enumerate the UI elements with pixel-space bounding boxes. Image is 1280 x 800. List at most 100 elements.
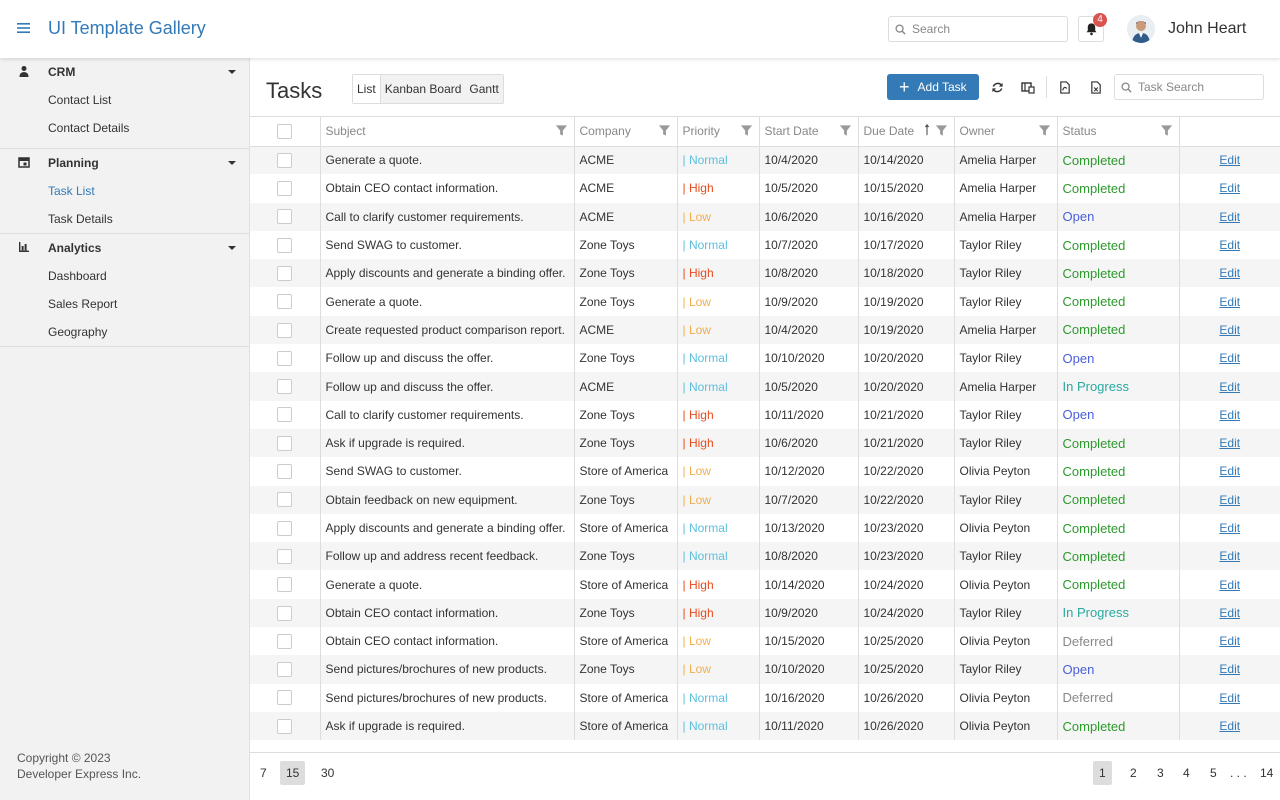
export-excel-button[interactable] bbox=[1085, 76, 1107, 98]
task-search-input[interactable] bbox=[1138, 80, 1258, 94]
page-size-30[interactable]: 30 bbox=[315, 761, 340, 785]
page-size-15[interactable]: 15 bbox=[280, 761, 306, 785]
page-5[interactable]: 5 bbox=[1206, 761, 1221, 785]
table-row[interactable]: Create requested product comparison repo… bbox=[250, 315, 1280, 345]
edit-link[interactable]: Edit bbox=[1219, 606, 1240, 620]
table-row[interactable]: Obtain feedback on new equipment. Zone To… bbox=[250, 485, 1280, 514]
table-row[interactable]: Apply discounts and generate a binding o… bbox=[250, 513, 1280, 543]
row-checkbox[interactable] bbox=[277, 407, 293, 423]
row-checkbox[interactable] bbox=[277, 435, 293, 451]
filter-icon[interactable] bbox=[839, 124, 852, 137]
table-row[interactable]: Send SWAG to customer. Store of America | … bbox=[250, 457, 1280, 486]
table-row[interactable]: Obtain CEO contact information. ACME | Hig… bbox=[250, 174, 1280, 203]
add-task-button[interactable]: + Add Task bbox=[887, 74, 979, 100]
column-header-start-date[interactable]: Start Date bbox=[759, 117, 859, 147]
edit-link[interactable]: Edit bbox=[1219, 153, 1240, 167]
page-4[interactable]: 4 bbox=[1179, 761, 1194, 785]
edit-link[interactable]: Edit bbox=[1219, 493, 1240, 507]
row-checkbox[interactable] bbox=[277, 520, 293, 536]
edit-link[interactable]: Edit bbox=[1219, 266, 1240, 280]
edit-link[interactable]: Edit bbox=[1219, 436, 1240, 450]
row-checkbox[interactable] bbox=[277, 266, 293, 281]
export-pdf-button[interactable] bbox=[1054, 76, 1076, 98]
sidebar-item-task-list[interactable]: Task List bbox=[0, 177, 249, 205]
page-size-7[interactable]: 7 bbox=[254, 761, 273, 785]
menu-icon[interactable] bbox=[16, 20, 32, 36]
table-row[interactable]: Send SWAG to customer. Zone Toys | Normal 1… bbox=[250, 230, 1280, 260]
edit-link[interactable]: Edit bbox=[1219, 719, 1240, 733]
filter-icon[interactable] bbox=[1038, 124, 1051, 137]
sidebar-item-sales-report[interactable]: Sales Report bbox=[0, 290, 249, 318]
task-search[interactable] bbox=[1114, 74, 1264, 100]
search-input[interactable] bbox=[912, 22, 1062, 36]
nav-group-crm-header[interactable]: CRM bbox=[0, 58, 249, 86]
table-row[interactable]: Follow up and discuss the offer. Zone Toy… bbox=[250, 344, 1280, 373]
nav-group-planning-header[interactable]: Planning bbox=[0, 149, 249, 177]
filter-icon[interactable] bbox=[658, 124, 671, 137]
column-header-status[interactable]: Status bbox=[1057, 117, 1180, 147]
app-title[interactable]: UI Template Gallery bbox=[48, 18, 206, 39]
tab-gantt[interactable]: Gantt bbox=[465, 75, 503, 103]
edit-link[interactable]: Edit bbox=[1219, 323, 1240, 337]
row-checkbox[interactable] bbox=[277, 464, 293, 480]
column-header-company[interactable]: Company bbox=[574, 117, 678, 147]
sidebar-item-contact-details[interactable]: Contact Details bbox=[0, 114, 249, 142]
row-checkbox[interactable] bbox=[277, 690, 293, 706]
row-checkbox[interactable] bbox=[277, 548, 293, 564]
refresh-button[interactable] bbox=[986, 76, 1008, 98]
row-checkbox[interactable] bbox=[277, 181, 293, 197]
table-row[interactable]: Apply discounts and generate a binding o… bbox=[250, 259, 1280, 288]
row-checkbox[interactable] bbox=[277, 577, 293, 593]
page-3[interactable]: 3 bbox=[1153, 761, 1168, 785]
sidebar-item-dashboard[interactable]: Dashboard bbox=[0, 262, 249, 290]
column-header-due-date[interactable]: Due Date bbox=[858, 117, 955, 147]
global-search[interactable] bbox=[888, 16, 1068, 42]
edit-link[interactable]: Edit bbox=[1219, 351, 1240, 365]
edit-link[interactable]: Edit bbox=[1219, 295, 1240, 309]
row-checkbox[interactable] bbox=[277, 662, 293, 678]
column-header-owner[interactable]: Owner bbox=[954, 117, 1058, 147]
table-row[interactable]: Ask if upgrade is required. Zone Toys | Hi… bbox=[250, 428, 1280, 458]
table-row[interactable]: Send pictures/brochures of new products.… bbox=[250, 655, 1280, 684]
row-checkbox[interactable] bbox=[277, 209, 293, 225]
row-checkbox[interactable] bbox=[277, 350, 293, 366]
sidebar-item-geography[interactable]: Geography bbox=[0, 318, 249, 346]
row-checkbox[interactable] bbox=[277, 492, 293, 508]
row-checkbox[interactable] bbox=[277, 153, 293, 169]
row-checkbox[interactable] bbox=[277, 605, 293, 621]
sidebar-item-task-details[interactable]: Task Details bbox=[0, 205, 249, 233]
row-checkbox[interactable] bbox=[277, 322, 293, 338]
tab-kanban-board[interactable]: Kanban Board bbox=[380, 75, 466, 103]
table-row[interactable]: Call to clarify customer requirements. AC… bbox=[250, 202, 1280, 231]
avatar[interactable] bbox=[1127, 15, 1155, 43]
table-row[interactable]: Generate a quote. ACME | Normal 10/4/2020 10… bbox=[250, 146, 1280, 175]
edit-link[interactable]: Edit bbox=[1219, 521, 1240, 535]
user-name[interactable]: John Heart bbox=[1168, 20, 1246, 38]
table-row[interactable]: Send pictures/brochures of new products.… bbox=[250, 683, 1280, 712]
tab-list[interactable]: List bbox=[353, 75, 381, 103]
row-checkbox[interactable] bbox=[277, 237, 293, 253]
table-row[interactable]: Follow up and address recent feedback. Zo… bbox=[250, 542, 1280, 571]
sidebar-item-contact-list[interactable]: Contact List bbox=[0, 86, 249, 114]
page-1[interactable]: 1 bbox=[1093, 761, 1112, 785]
row-checkbox[interactable] bbox=[277, 633, 293, 649]
table-row[interactable]: Call to clarify customer requirements. Zo… bbox=[250, 400, 1280, 429]
table-row[interactable]: Generate a quote. Zone Toys | Low 10/9/2020… bbox=[250, 287, 1280, 316]
table-row[interactable]: Obtain CEO contact information. Zone Toys… bbox=[250, 598, 1280, 628]
row-checkbox[interactable] bbox=[277, 718, 293, 734]
filter-icon[interactable] bbox=[935, 124, 948, 137]
edit-link[interactable]: Edit bbox=[1219, 210, 1240, 224]
nav-group-analytics-header[interactable]: Analytics bbox=[0, 234, 249, 262]
edit-link[interactable]: Edit bbox=[1219, 181, 1240, 195]
row-checkbox[interactable] bbox=[277, 294, 293, 310]
edit-link[interactable]: Edit bbox=[1219, 634, 1240, 648]
edit-link[interactable]: Edit bbox=[1219, 549, 1240, 563]
column-header-subject[interactable]: Subject bbox=[320, 117, 575, 147]
row-checkbox[interactable] bbox=[277, 379, 293, 395]
table-row[interactable]: Follow up and discuss the offer. ACME | No… bbox=[250, 372, 1280, 401]
edit-link[interactable]: Edit bbox=[1219, 464, 1240, 478]
edit-link[interactable]: Edit bbox=[1219, 238, 1240, 252]
filter-icon[interactable] bbox=[555, 124, 568, 137]
page-2[interactable]: 2 bbox=[1126, 761, 1141, 785]
select-all-checkbox[interactable] bbox=[277, 123, 293, 139]
